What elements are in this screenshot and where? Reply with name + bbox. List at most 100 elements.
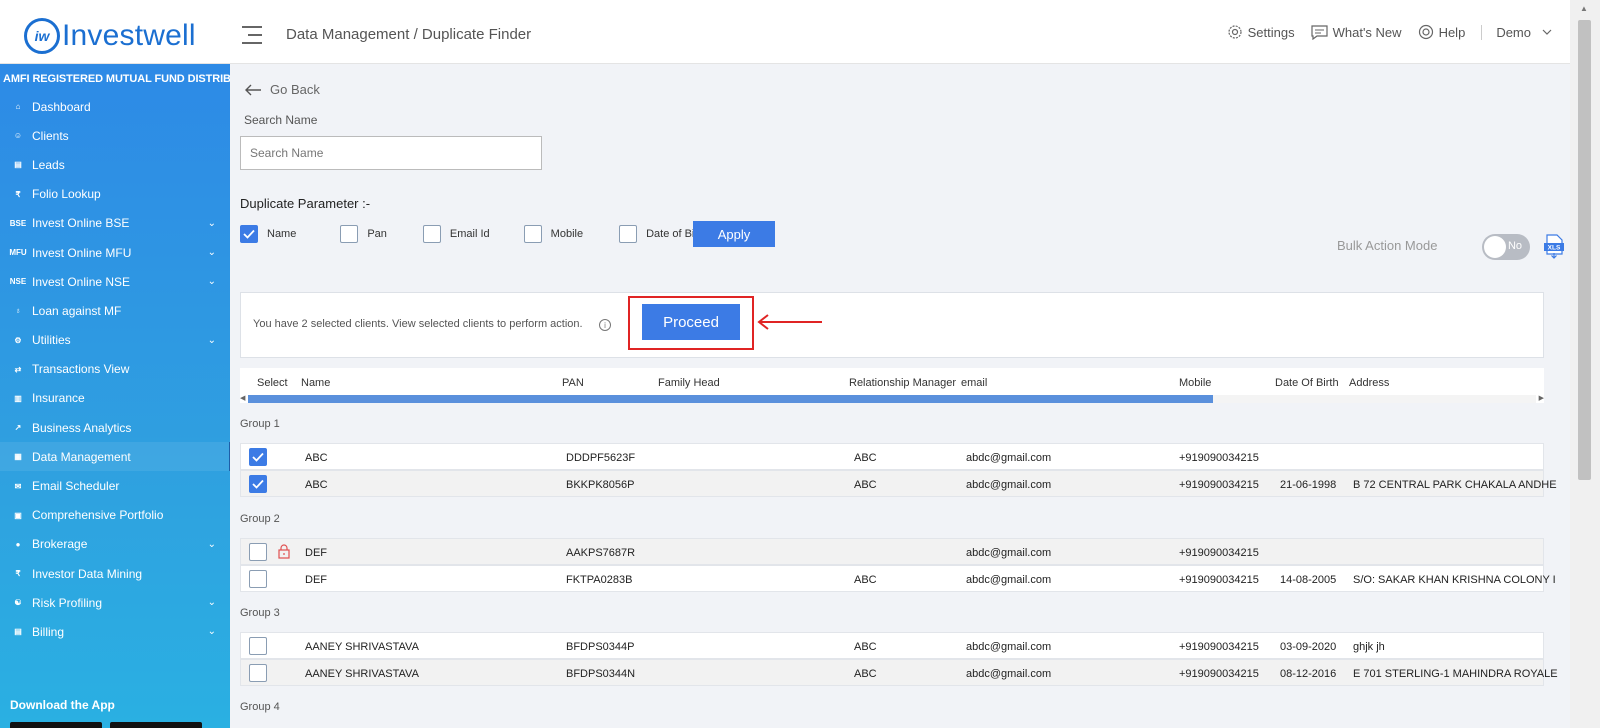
risk-icon: ☯: [14, 598, 22, 608]
table-row[interactable]: DEF FKTPA0283B ABC abdc@gmail.com +919090034…: [240, 565, 1556, 592]
loan-icon: ♁: [15, 306, 21, 316]
param-email-id[interactable]: Email Id: [422, 225, 490, 243]
sidebar-item-email-scheduler[interactable]: ✉ Email Scheduler: [0, 471, 230, 500]
row-select-checkbox[interactable]: [249, 637, 267, 655]
scroll-up-icon[interactable]: ▲: [1580, 4, 1588, 13]
sidebar-item-invest-online-mfu[interactable]: MFU Invest Online MFU ⌄: [0, 238, 230, 267]
column-header-address[interactable]: Address: [1349, 377, 1389, 389]
column-header-pan[interactable]: PAN: [562, 377, 584, 389]
cell-name: ABC: [305, 452, 328, 464]
horizontal-scrollbar[interactable]: ◀ ▶: [240, 393, 1544, 403]
sidebar-item-invest-online-nse[interactable]: NSE Invest Online NSE ⌄: [0, 267, 230, 296]
row-select-checkbox[interactable]: [249, 448, 267, 466]
play-store-badge[interactable]: [10, 722, 102, 728]
apply-button[interactable]: Apply: [693, 221, 775, 247]
info-icon[interactable]: i: [599, 319, 611, 331]
column-header-name[interactable]: Name: [301, 377, 330, 389]
sidebar-item-comprehensive-portfolio[interactable]: ▣ Comprehensive Portfolio: [0, 501, 230, 530]
chevron-down-icon[interactable]: ⌄: [208, 539, 216, 550]
cell-email: abdc@gmail.com: [966, 479, 1052, 491]
table-row[interactable]: DEF AAKPS7687R abdc@gmail.com +919090034215: [240, 538, 1544, 565]
help-link[interactable]: Help: [1418, 24, 1465, 40]
go-back-label: Go Back: [270, 82, 320, 97]
cell-mobile: +919090034215: [1179, 547, 1259, 559]
table-row[interactable]: AANEY SHRIVASTAVA BFDPS0344N ABC abdc@gmail…: [240, 659, 1558, 686]
chevron-down-icon[interactable]: ⌄: [208, 335, 216, 346]
investwell-logo[interactable]: iw Investwell: [24, 18, 196, 54]
table-row[interactable]: ABC DDDPF5623F ABC abdc@gmail.com +919090034…: [240, 443, 1544, 470]
sidebar-item-label: Investor Data Mining: [32, 566, 143, 581]
sidebar-item-billing[interactable]: ▤ Billing ⌄: [0, 617, 230, 646]
go-back-link[interactable]: Go Back: [244, 82, 320, 97]
sidebar-item-folio-lookup[interactable]: ₹ Folio Lookup: [0, 180, 230, 209]
proceed-button[interactable]: Proceed: [642, 304, 740, 340]
menu-toggle-icon[interactable]: [242, 26, 262, 44]
chevron-down-icon[interactable]: ⌄: [208, 626, 216, 637]
param-name[interactable]: Name: [240, 225, 296, 243]
cell-pan: BKKPK8056P: [566, 479, 635, 491]
row-select-checkbox[interactable]: [249, 475, 267, 493]
app-store-badges[interactable]: [10, 722, 202, 728]
sidebar-item-risk-profiling[interactable]: ☯ Risk Profiling ⌄: [0, 588, 230, 617]
chevron-down-icon[interactable]: ⌄: [208, 218, 216, 229]
table-row[interactable]: AANEY SHRIVASTAVA BFDPS0344P ABC abdc@gmail…: [240, 632, 1544, 659]
chevron-down-icon[interactable]: ⌄: [208, 276, 216, 287]
sidebar-item-utilities[interactable]: ⚙ Utilities ⌄: [0, 326, 230, 355]
table-row[interactable]: ABC BKKPK8056P ABC abdc@gmail.com +919090034…: [240, 470, 1557, 497]
sidebar-item-loan-against-mf[interactable]: ♁ Loan against MF: [0, 296, 230, 325]
sidebar-item-business-analytics[interactable]: ↗ Business Analytics: [0, 413, 230, 442]
sidebar-item-label: Leads: [32, 157, 65, 172]
settings-link[interactable]: Settings: [1227, 24, 1295, 40]
download-app-label: Download the App: [10, 698, 115, 712]
vertical-scrollbar[interactable]: ▲: [1570, 0, 1600, 728]
row-select-checkbox[interactable]: [249, 570, 267, 588]
checkbox[interactable]: [523, 225, 542, 243]
chevron-down-icon[interactable]: ⌄: [208, 597, 216, 608]
cell-date-of-birth: 03-09-2020: [1280, 641, 1337, 653]
param-label: Mobile: [550, 228, 584, 240]
portfolio-icon: ▣: [14, 510, 22, 520]
vertical-scroll-thumb[interactable]: [1578, 20, 1591, 480]
cell-email: abdc@gmail.com: [966, 574, 1052, 586]
checkbox[interactable]: [240, 225, 258, 243]
scroll-left-icon[interactable]: ◀: [240, 394, 245, 402]
user-menu[interactable]: Demo: [1481, 24, 1558, 40]
nse-icon: NSE: [9, 277, 27, 287]
param-mobile[interactable]: Mobile: [523, 225, 584, 243]
sidebar-item-dashboard[interactable]: ⌂ Dashboard: [0, 92, 230, 121]
column-header-mobile[interactable]: Mobile: [1179, 377, 1211, 389]
column-header-relationship-manager[interactable]: Relationship Manager: [849, 377, 956, 389]
checkbox[interactable]: [422, 225, 441, 243]
bulk-action-toggle[interactable]: No: [1482, 234, 1530, 260]
scroll-thumb[interactable]: [248, 395, 1213, 403]
brokerage-icon: ●: [15, 539, 21, 549]
sidebar-item-data-management[interactable]: ▦ Data Management: [0, 442, 232, 472]
scroll-right-icon[interactable]: ▶: [1539, 394, 1544, 402]
column-header-family-head[interactable]: Family Head: [658, 377, 720, 389]
sidebar-item-leads[interactable]: ▤ Leads: [0, 150, 230, 179]
column-header-select[interactable]: Select: [257, 377, 288, 389]
search-name-input[interactable]: [240, 136, 542, 170]
whats-new-link[interactable]: What's New: [1311, 25, 1402, 40]
checkbox[interactable]: [340, 225, 359, 243]
param-pan[interactable]: Pan: [340, 225, 387, 243]
sidebar-item-label: Brokerage: [32, 537, 88, 552]
sidebar-item-transactions-view[interactable]: ⇄ Transactions View: [0, 355, 230, 384]
sidebar-item-brokerage[interactable]: ● Brokerage ⌄: [0, 530, 230, 559]
column-header-email[interactable]: email: [961, 377, 987, 389]
sidebar-item-invest-online-bse[interactable]: BSE Invest Online BSE ⌄: [0, 209, 230, 238]
checkbox[interactable]: [619, 225, 638, 243]
sidebar-item-insurance[interactable]: ▥ Insurance: [0, 384, 230, 413]
group-title: Group 1: [240, 418, 280, 430]
row-select-checkbox[interactable]: [249, 664, 267, 682]
row-select-checkbox[interactable]: [249, 543, 267, 561]
sidebar: AMFI REGISTERED MUTUAL FUND DISTRIBUTOR …: [0, 64, 262, 728]
xls-download-icon[interactable]: XLS: [1543, 234, 1565, 260]
check-icon: [252, 452, 264, 462]
column-header-date-of-birth[interactable]: Date Of Birth: [1275, 377, 1339, 389]
bulk-action-label: Bulk Action Mode: [1337, 238, 1438, 253]
sidebar-item-investor-data-mining[interactable]: ₹ Investor Data Mining: [0, 559, 230, 588]
app-store-badge[interactable]: [110, 722, 202, 728]
sidebar-item-clients[interactable]: ☺ Clients: [0, 121, 230, 150]
chevron-down-icon[interactable]: ⌄: [208, 247, 216, 258]
